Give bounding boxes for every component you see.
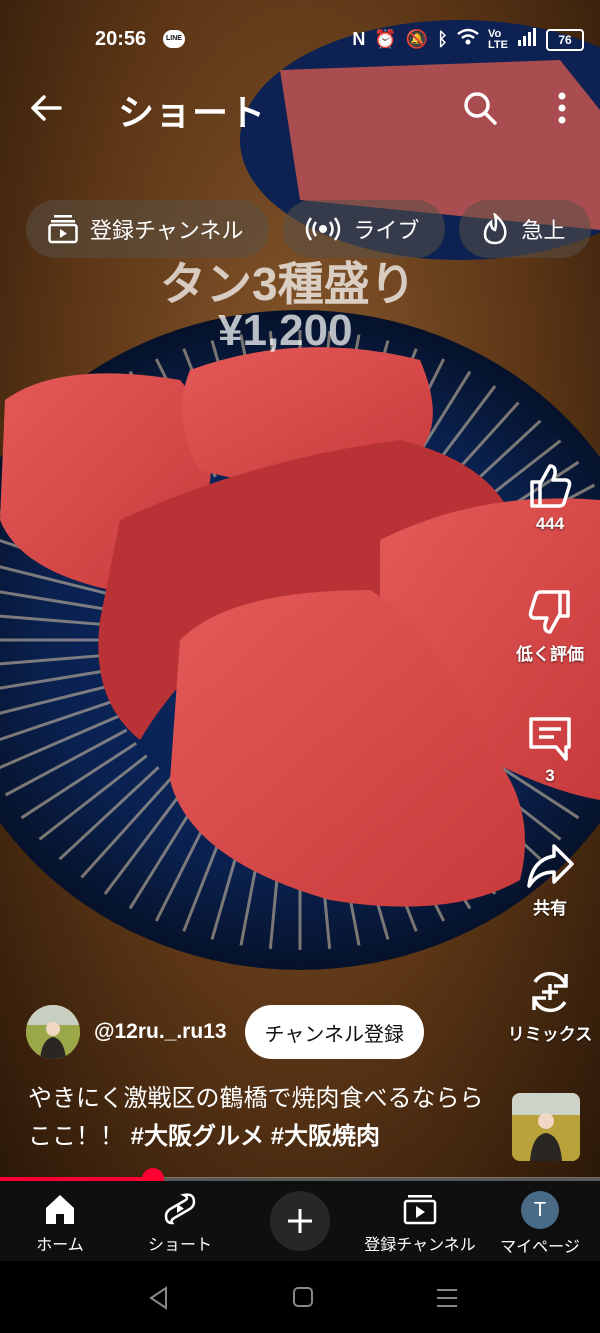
comment-icon	[529, 717, 571, 761]
account-avatar: T	[521, 1191, 559, 1229]
create-button[interactable]	[270, 1191, 330, 1251]
home-icon	[46, 1195, 74, 1224]
comments-button[interactable]: 3	[500, 714, 600, 786]
volte-icon: Vo LTE	[488, 27, 508, 51]
more-vert-icon[interactable]	[550, 88, 574, 128]
bottom-nav: ホーム ショート 登録チャンネル T マイページ	[0, 1181, 600, 1261]
subscribe-button[interactable]: チャンネル登録	[244, 1005, 424, 1059]
top-app-bar: ショート	[0, 78, 600, 138]
system-back-icon[interactable]	[146, 1285, 172, 1311]
nav-subscriptions[interactable]: 登録チャンネル	[360, 1191, 480, 1255]
bluetooth-icon: ᛒ	[437, 29, 449, 49]
line-notification-icon: LINE	[163, 30, 185, 48]
system-recents-icon[interactable]	[434, 1285, 460, 1311]
plus-icon	[288, 1209, 312, 1233]
mute-icon: 🔕	[405, 29, 429, 49]
chip-label: ライブ	[353, 218, 420, 243]
hashtag-link[interactable]: #大阪焼肉	[271, 1123, 380, 1150]
status-bar: 20:56 LINE N ⏰ 🔕 ᛒ Vo LTE 76	[0, 22, 600, 58]
thumb-down-icon	[528, 590, 570, 634]
like-button[interactable]: 444	[500, 462, 600, 534]
battery-icon: 76	[546, 28, 584, 51]
video-description[interactable]: やきにく激戦区の鶴橋で焼肉食べるなららここ！！ #大阪グルメ #大阪焼肉	[28, 1080, 498, 1156]
dislike-label: 低く評価	[516, 645, 584, 664]
remix-icon	[532, 971, 568, 1013]
shorts-icon	[164, 1193, 196, 1225]
like-count: 444	[535, 514, 565, 533]
page-title: ショート	[118, 92, 267, 133]
video-caption-price: ¥1,200	[218, 306, 353, 355]
wifi-icon	[457, 28, 479, 51]
search-icon[interactable]	[460, 88, 500, 128]
nav-label: 登録チャンネル	[364, 1237, 476, 1254]
chip-label: 登録チャンネル	[90, 218, 244, 243]
hashtag-link[interactable]: #大阪グルメ	[131, 1123, 264, 1150]
remix-label: リミックス	[507, 1025, 593, 1044]
nav-label: ホーム	[36, 1237, 84, 1254]
share-label: 共有	[533, 899, 567, 918]
video-caption-title: タン3種盛り	[160, 258, 416, 310]
system-home-icon[interactable]	[291, 1285, 315, 1309]
live-icon	[306, 217, 341, 241]
sound-source-thumbnail[interactable]	[512, 1093, 580, 1161]
channel-row: @12ru._.ru13 チャンネル登録	[26, 1004, 424, 1060]
channel-avatar[interactable]	[26, 1005, 80, 1059]
subscriptions-icon	[403, 1195, 437, 1225]
nav-shorts[interactable]: ショート	[120, 1191, 240, 1255]
dislike-button[interactable]: 低く評価	[500, 588, 600, 665]
alarm-icon: ⏰	[374, 29, 397, 49]
nfc-icon: N	[352, 29, 366, 49]
remix-button[interactable]: リミックス	[500, 968, 600, 1045]
chip-trending[interactable]: 急上	[459, 200, 592, 258]
shorts-screen: 20:56 LINE N ⏰ 🔕 ᛒ Vo LTE 76 ショート 登録チャンネ…	[0, 0, 600, 1333]
channel-handle[interactable]: @12ru._.ru13	[94, 1020, 227, 1044]
share-arrow-icon	[527, 844, 574, 888]
nav-label: マイページ	[500, 1239, 580, 1256]
chip-label: 急上	[521, 218, 566, 243]
comment-count: 3	[545, 766, 555, 785]
share-button[interactable]: 共有	[500, 842, 600, 919]
system-icons: N ⏰ 🔕 ᛒ Vo LTE 76	[352, 28, 584, 51]
back-arrow-icon[interactable]	[26, 88, 66, 128]
thumb-up-icon	[530, 464, 572, 508]
nav-home[interactable]: ホーム	[0, 1191, 120, 1255]
nav-me[interactable]: T マイページ	[480, 1191, 600, 1257]
trending-flame-icon	[484, 213, 507, 245]
subscriptions-icon	[48, 215, 78, 244]
system-nav-bar	[0, 1261, 600, 1333]
nav-label: ショート	[147, 1237, 212, 1254]
signal-icon	[517, 28, 537, 51]
status-time: 20:56	[95, 28, 147, 50]
